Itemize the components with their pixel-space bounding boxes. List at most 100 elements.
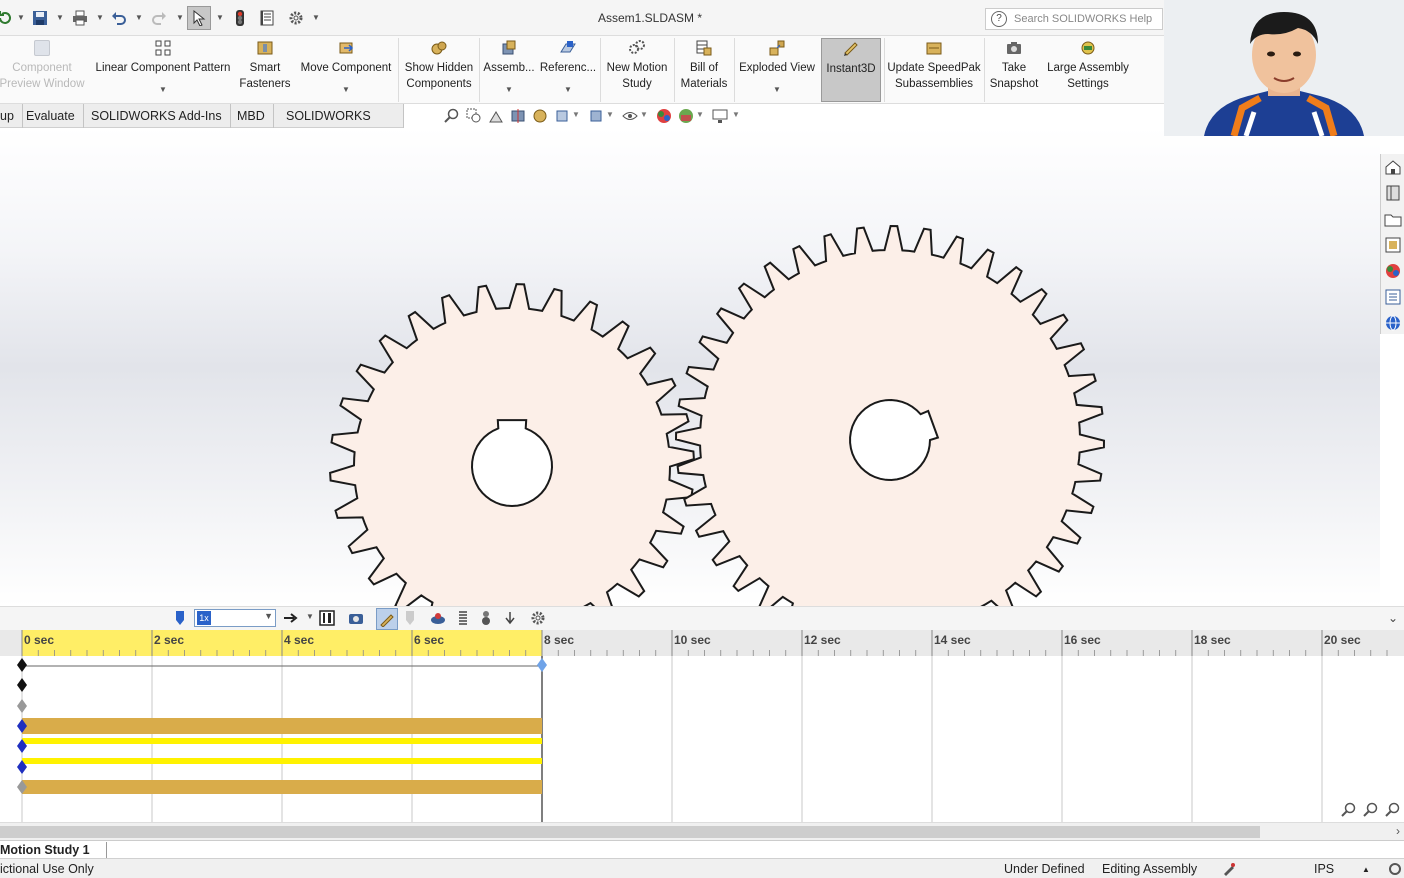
view-settings-icon[interactable] xyxy=(712,108,728,124)
view-settings-caret-icon[interactable]: ▼ xyxy=(732,110,740,119)
dynamic-annotation-icon[interactable] xyxy=(532,108,548,124)
appearances-icon[interactable] xyxy=(1384,262,1402,280)
timeline-horizontal-scrollbar[interactable]: › xyxy=(0,822,1404,840)
gravity-icon[interactable] xyxy=(502,610,518,626)
instant3d-button[interactable]: Instant3D xyxy=(821,38,881,102)
camera-icon xyxy=(1006,40,1022,56)
autokey-button[interactable] xyxy=(376,608,398,630)
ribbon-divider xyxy=(479,38,480,102)
move-component-button[interactable]: Move Component ▼ xyxy=(296,38,396,102)
rebuild-status-icon[interactable] xyxy=(1222,862,1236,876)
contact-icon[interactable] xyxy=(478,610,494,626)
show-hidden-components-button[interactable]: Show Hidden Components xyxy=(401,38,477,102)
assembly-features-icon xyxy=(501,40,517,56)
display-style-caret-icon[interactable]: ▼ xyxy=(606,110,614,119)
file-explorer-icon[interactable] xyxy=(1384,210,1402,228)
button-label: Subassemblies xyxy=(895,78,973,90)
time-label: 16 sec xyxy=(1064,633,1101,647)
scene-caret-icon[interactable]: ▼ xyxy=(696,110,704,119)
button-label: New Motion xyxy=(606,62,668,74)
edit-appearance-icon[interactable] xyxy=(656,108,672,124)
button-label: Take xyxy=(1001,62,1027,74)
tab-solidworks-add-ins[interactable]: SOLIDWORKS Add-Ins xyxy=(83,104,231,128)
playback-speed-select[interactable]: 1x ▼ xyxy=(194,609,276,627)
solidworks-forum-icon[interactable] xyxy=(1384,314,1402,332)
spring-icon[interactable] xyxy=(455,610,471,626)
zoom-to-fit-icon[interactable] xyxy=(444,108,460,124)
linear-component-pattern-button[interactable]: Linear Component Pattern ▼ xyxy=(90,38,236,102)
show-hidden-icon xyxy=(431,40,447,56)
ribbon-divider xyxy=(600,38,601,102)
scroll-right-arrow-icon[interactable]: › xyxy=(1396,824,1400,838)
time-bar-key-point xyxy=(537,658,547,672)
reference-geometry-button[interactable]: Referenc... ▼ xyxy=(538,38,598,102)
exploded-view-button[interactable]: Exploded View ▼ xyxy=(736,38,818,102)
smart-fasteners-button[interactable]: Smart Fasteners xyxy=(238,38,292,102)
collapse-motionmanager-icon[interactable]: ⌄ xyxy=(1388,611,1398,625)
view-palette-icon[interactable] xyxy=(1384,236,1402,254)
tab-evaluate[interactable]: Evaluate xyxy=(18,104,84,128)
home-icon[interactable] xyxy=(1384,158,1402,176)
zoom-to-area-icon[interactable] xyxy=(466,108,482,124)
hide-show-caret-icon[interactable]: ▼ xyxy=(640,110,648,119)
tab-mbd[interactable]: MBD xyxy=(229,104,274,128)
section-view-icon[interactable] xyxy=(510,108,526,124)
large-assembly-settings-button[interactable]: Large Assembly Settings xyxy=(1044,38,1132,102)
chevron-down-icon[interactable]: ▼ xyxy=(264,611,273,621)
motionmanager-timeline[interactable]: 0 sec 2 sec 4 sec 6 sec 8 sec 10 sec 12 sec 14 … xyxy=(0,630,1404,822)
status-options-icon[interactable] xyxy=(1388,862,1402,876)
ribbon-divider xyxy=(734,38,735,102)
component-bar xyxy=(22,780,542,794)
timeline-graph[interactable]: 0 sec 2 sec 4 sec 6 sec 8 sec 10 sec 12 sec 14 … xyxy=(0,630,1404,822)
assembly-features-button[interactable]: Assemb... ▼ xyxy=(482,38,536,102)
status-bar: ictional Use Only Under Defined Editing … xyxy=(0,858,1404,878)
time-label: 10 sec xyxy=(674,633,711,647)
gears-drawing[interactable] xyxy=(0,128,1380,606)
update-speedpak-button[interactable]: Update SpeedPak Subassemblies xyxy=(886,38,982,102)
arrow-right-icon[interactable] xyxy=(283,610,299,626)
units-caret-icon[interactable]: ▲ xyxy=(1362,865,1370,874)
zoom-in-icon[interactable] xyxy=(1340,802,1356,818)
previous-view-icon[interactable] xyxy=(488,108,504,124)
take-snapshot-button[interactable]: Take Snapshot xyxy=(986,38,1042,102)
view-orientation-icon[interactable] xyxy=(554,108,570,124)
playback-speed-value: 1x xyxy=(197,611,211,625)
component-preview-button[interactable]: Component Preview Window xyxy=(0,38,85,102)
design-library-icon[interactable] xyxy=(1384,184,1402,202)
linear-pattern-icon xyxy=(155,40,171,56)
time-label: 18 sec xyxy=(1194,633,1231,647)
help-search-input[interactable]: ? Search SOLIDWORKS Help xyxy=(985,8,1163,30)
bill-of-materials-button[interactable]: Bill of Materials xyxy=(676,38,732,102)
zoom-to-fit-timeline-icon[interactable] xyxy=(1384,802,1400,818)
command-tabs: up Evaluate SOLIDWORKS Add-Ins MBD SOLID… xyxy=(0,104,404,147)
chevron-down-icon[interactable]: ▼ xyxy=(505,86,513,94)
display-style-icon[interactable] xyxy=(588,108,604,124)
help-search-placeholder: Search SOLIDWORKS Help xyxy=(1014,13,1153,25)
chevron-down-icon[interactable]: ▼ xyxy=(342,86,350,94)
zoom-out-icon[interactable] xyxy=(1362,802,1378,818)
graphics-area[interactable] xyxy=(0,128,1380,606)
animation-wizard-icon[interactable] xyxy=(348,610,364,626)
tab-motion-study-1[interactable]: Motion Study 1 xyxy=(0,842,107,859)
view-orientation-caret-icon[interactable]: ▼ xyxy=(572,110,580,119)
custom-properties-icon[interactable] xyxy=(1384,288,1402,306)
time-label: 8 sec xyxy=(544,633,574,647)
button-label: Study xyxy=(622,78,652,90)
save-animation-icon[interactable] xyxy=(319,610,335,626)
tab-solidworks-cam[interactable]: SOLIDWORKS CAM xyxy=(278,104,404,147)
chevron-down-icon[interactable]: ▼ xyxy=(159,86,167,94)
ribbon-divider xyxy=(674,38,675,102)
ribbon-divider xyxy=(884,38,885,102)
key-marker-icon[interactable] xyxy=(172,610,188,626)
motor-icon[interactable] xyxy=(430,610,446,626)
chevron-down-icon[interactable]: ▼ xyxy=(564,86,572,94)
motion-study-properties-icon[interactable] xyxy=(530,610,546,626)
playback-mode-caret-icon[interactable]: ▼ xyxy=(306,612,314,621)
add-key-icon[interactable] xyxy=(402,610,418,626)
hide-show-items-icon[interactable] xyxy=(622,108,638,124)
chevron-down-icon[interactable]: ▼ xyxy=(773,86,781,94)
apply-scene-icon[interactable] xyxy=(678,108,694,124)
scrollbar-thumb[interactable] xyxy=(0,826,1260,838)
status-units[interactable]: IPS xyxy=(1314,862,1334,876)
new-motion-study-button[interactable]: New Motion Study xyxy=(602,38,672,102)
